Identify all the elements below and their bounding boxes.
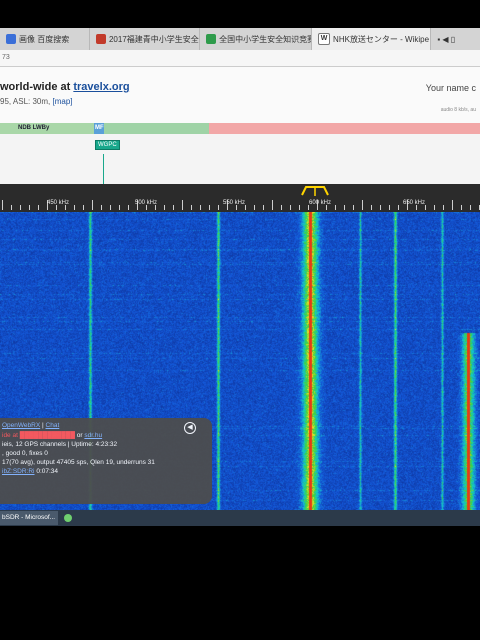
scale-tick: [254, 205, 255, 210]
scale-tick: [128, 205, 129, 210]
tab-safety-fujian[interactable]: 2017福建青中小学生安全知: [90, 28, 201, 50]
redacted-link[interactable]: ████████████: [20, 432, 75, 439]
scale-tick: [290, 205, 291, 210]
gps-fixes: , good 0, fixes 0: [2, 450, 48, 457]
page-icon: [95, 34, 106, 44]
taskbar-app-icon[interactable]: [64, 514, 72, 522]
travelx-link[interactable]: travelx.org: [73, 81, 129, 93]
station-marker-wgpc[interactable]: WGPC: [95, 140, 120, 150]
address-fragment[interactable]: 73: [0, 50, 480, 67]
band-plan-bar: NDB LWBy MF: [0, 123, 480, 134]
band-green[interactable]: [104, 123, 209, 134]
scale-tick: [398, 205, 399, 210]
map-link[interactable]: [map]: [53, 97, 73, 106]
station-labels-area: [0, 134, 480, 184]
more-tabs-icon: ▪ ◀ ▯: [437, 34, 456, 44]
scale-tick: [425, 205, 426, 210]
scale-tick: [335, 205, 336, 210]
scale-tick: [443, 205, 444, 210]
session-time: 0:07:34: [36, 468, 59, 475]
scale-tick: [272, 200, 273, 210]
band-ndb-lw[interactable]: NDB LWBy: [0, 123, 94, 134]
tab-nhk-wikipedia[interactable]: W NHK放送センター - Wikipe: [312, 28, 432, 50]
tab-baidu[interactable]: 画像 百度搜索: [0, 28, 90, 50]
scale-tick: [20, 205, 21, 210]
page-icon: [206, 34, 217, 44]
scale-tick: [2, 200, 3, 210]
scale-tick: [83, 205, 84, 210]
scale-tick: [191, 205, 192, 210]
scale-tick: [110, 205, 111, 210]
scale-tick: [182, 200, 183, 210]
tab-label: NHK放送センター - Wikipe: [333, 34, 430, 44]
scale-tick: [389, 205, 390, 210]
scale-label: 650 kHz: [402, 200, 426, 206]
scale-tick: [101, 205, 102, 210]
sdr-link[interactable]: ibZ:SDR:Ri: [2, 468, 35, 475]
scale-tick: [470, 205, 471, 210]
sdrhu-link[interactable]: sdr.hu: [84, 432, 102, 439]
browser-tab-bar: 画像 百度搜索 2017福建青中小学生安全知 全国中小学生安全知识竞赛 W NH…: [0, 28, 480, 51]
openwebrx-link[interactable]: OpenWebRX: [2, 422, 40, 429]
os-taskbar: bSDR - Microsof...: [0, 510, 480, 526]
tuning-marker[interactable]: [300, 184, 330, 196]
tab-label: 2017福建青中小学生安全知: [108, 34, 201, 44]
scale-tick: [38, 205, 39, 210]
scale-tick: [281, 205, 282, 210]
audio-stats: 17(70 avg), output 47405 sps, Qlen 19, u…: [2, 459, 155, 466]
scale-label: 450 kHz: [46, 200, 70, 206]
scale-tick: [353, 205, 354, 210]
audio-info: audio 8 kb/s, au: [440, 107, 476, 113]
scale-tick: [164, 205, 165, 210]
status-panel: ◀ OpenWebRX | Chat ide at ████████████ o…: [0, 418, 212, 504]
frequency-scale[interactable]: 450 kHz 500 kHz 550 kHz 600 kHz 650 kHz: [0, 184, 480, 212]
your-name-label: Your name c: [425, 83, 476, 93]
scale-tick: [344, 205, 345, 210]
scale-tick: [380, 205, 381, 210]
wikipedia-icon: W: [318, 33, 331, 45]
scale-tick: [209, 205, 210, 210]
band-red[interactable]: [209, 123, 480, 134]
tab-label: 画像 百度搜索: [19, 34, 70, 44]
browser-screen: 画像 百度搜索 2017福建青中小学生安全知 全国中小学生安全知识竞赛 W NH…: [0, 28, 480, 526]
tab-safety-quiz[interactable]: 全国中小学生安全知识竞赛: [200, 28, 313, 50]
scale-tick: [461, 205, 462, 210]
collapse-panel-icon[interactable]: ◀: [184, 422, 196, 434]
scale-tick: [434, 205, 435, 210]
tab-label: 全国中小学生安全知识竞赛: [219, 34, 313, 44]
scale-tick: [218, 205, 219, 210]
receiver-location: 95, ASL: 30m, [map]: [0, 97, 73, 106]
scale-label: 500 kHz: [134, 200, 158, 206]
station-marker-line: [103, 154, 104, 184]
gps-status: ieis, 12 GPS channels | Uptime: 4:23:32: [2, 441, 118, 448]
band-mf[interactable]: MF: [94, 123, 104, 134]
scale-tick: [11, 205, 12, 210]
scale-tick: [173, 205, 174, 210]
scale-tick: [299, 205, 300, 210]
taskbar-window-item[interactable]: bSDR - Microsof...: [0, 511, 58, 525]
chat-link[interactable]: Chat: [46, 422, 60, 429]
scale-tick: [245, 205, 246, 210]
scale-tick: [371, 205, 372, 210]
baidu-icon: [6, 34, 16, 44]
scale-tick: [29, 205, 30, 210]
scale-tick: [74, 205, 75, 210]
scale-tick: [119, 205, 120, 210]
scale-tick: [452, 200, 453, 210]
receiver-title: world-wide at travelx.org: [0, 81, 130, 93]
scale-tick: [263, 205, 264, 210]
scale-label: 600 kHz: [308, 200, 332, 206]
scale-tick: [92, 200, 93, 210]
scale-label: 550 kHz: [222, 200, 246, 206]
tab-overflow[interactable]: ▪ ◀ ▯: [431, 28, 480, 50]
scale-tick: [200, 205, 201, 210]
scale-tick: [362, 200, 363, 210]
